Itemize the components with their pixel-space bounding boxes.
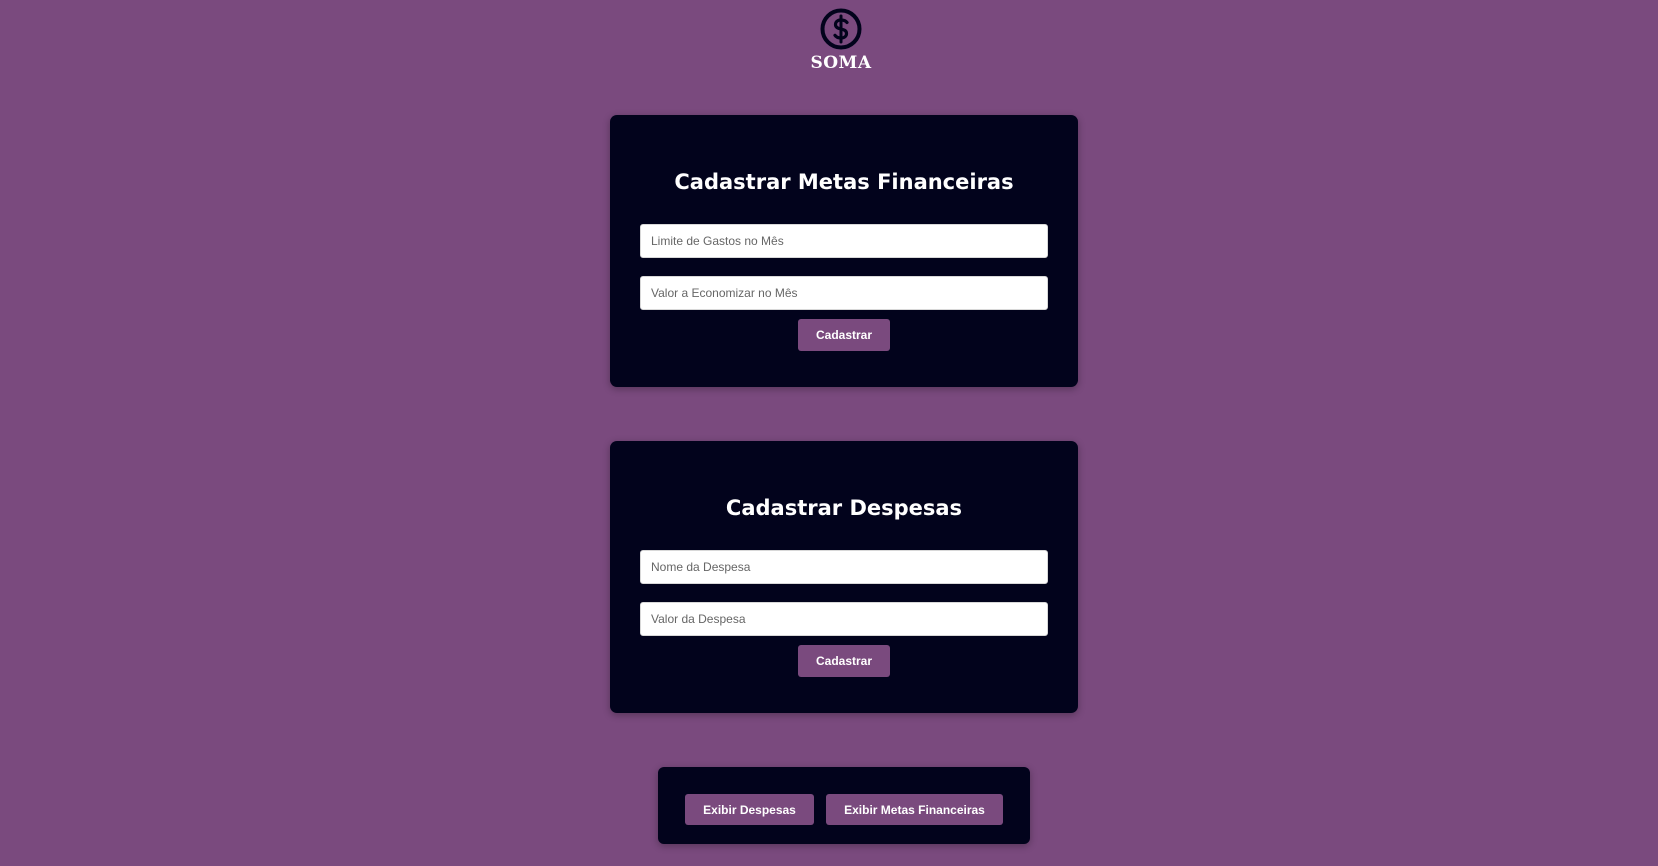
expense-value-input[interactable]: [640, 602, 1048, 636]
expense-name-input[interactable]: [640, 550, 1048, 584]
register-goals-button[interactable]: Cadastrar: [798, 319, 890, 351]
show-expenses-button[interactable]: Exibir Despesas: [685, 794, 814, 825]
financial-goals-card: Cadastrar Metas Financeiras Cadastrar: [610, 115, 1078, 387]
expenses-card: Cadastrar Despesas Cadastrar: [610, 441, 1078, 713]
expenses-title: Cadastrar Despesas: [725, 496, 963, 520]
financial-goals-title: Cadastrar Metas Financeiras: [674, 170, 1014, 194]
actions-panel: Exibir Despesas Exibir Metas Financeiras: [658, 767, 1030, 844]
dollar-coin-icon: [820, 8, 862, 50]
savings-target-input[interactable]: [640, 276, 1048, 310]
register-expense-button[interactable]: Cadastrar: [798, 645, 890, 677]
show-goals-button[interactable]: Exibir Metas Financeiras: [826, 794, 1003, 825]
header: SOMA: [0, 8, 1658, 73]
brand-name: SOMA: [810, 53, 872, 73]
spending-limit-input[interactable]: [640, 224, 1048, 258]
